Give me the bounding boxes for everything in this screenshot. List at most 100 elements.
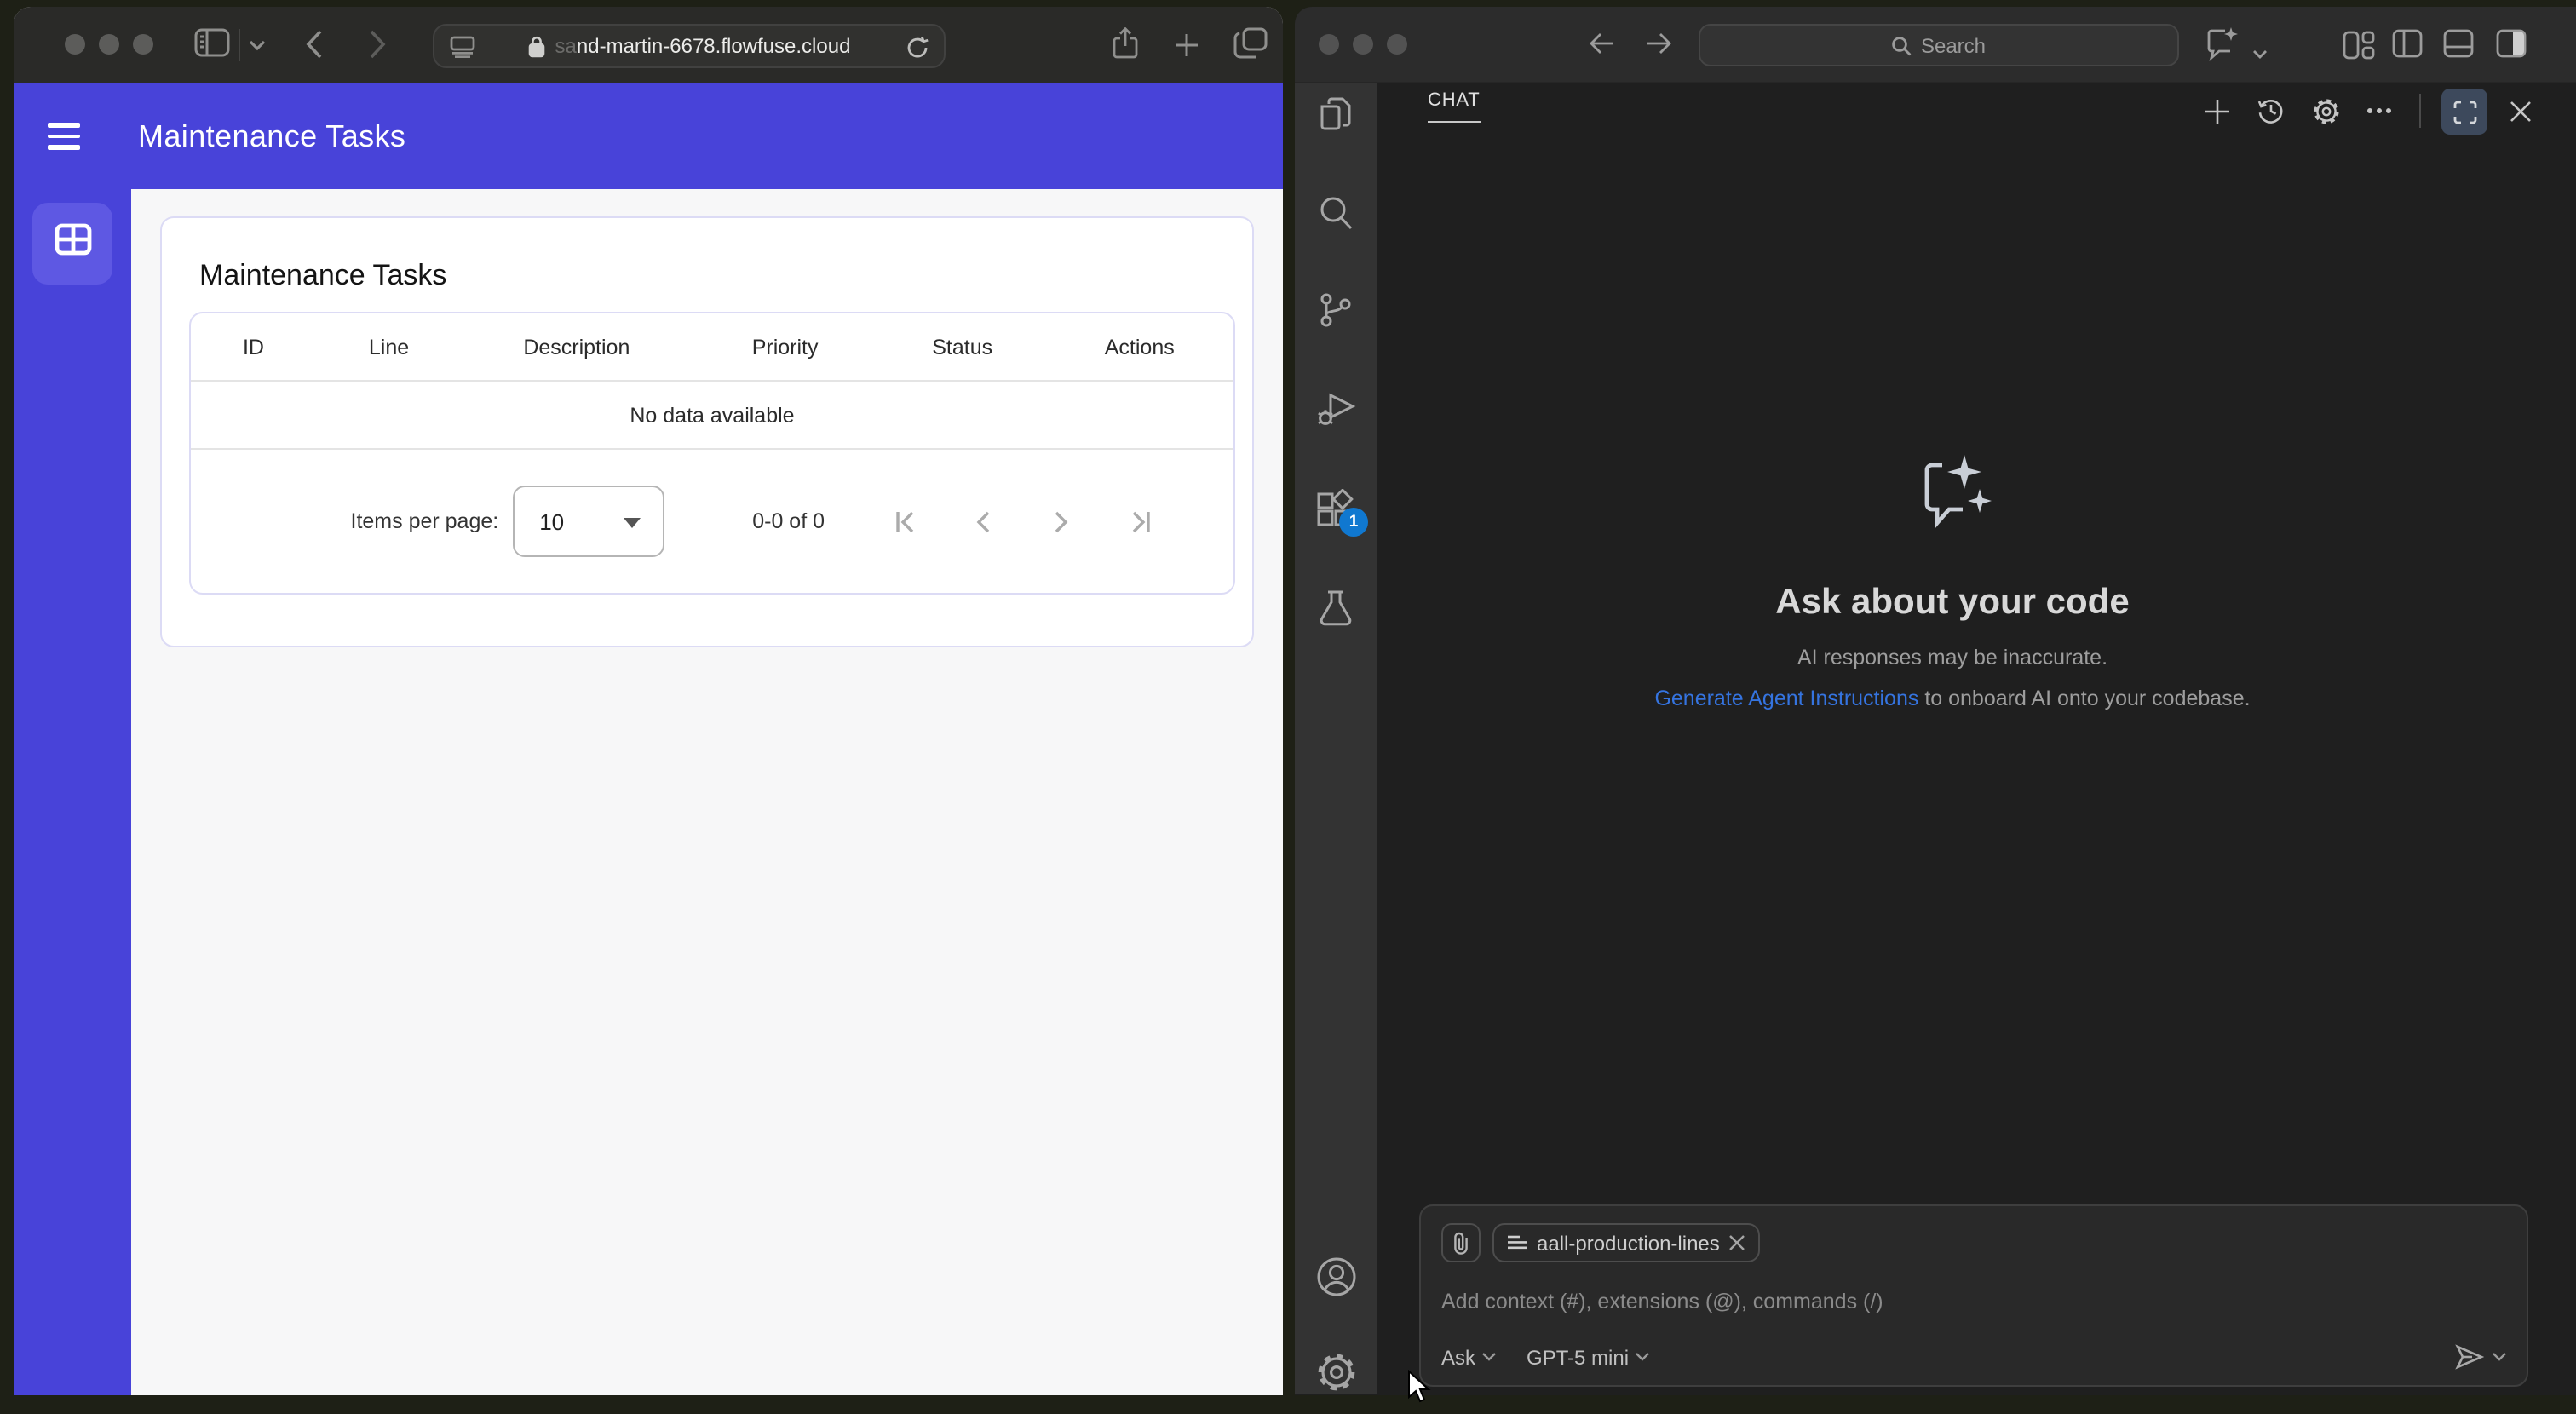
vscode-body: 1 CHAT Ask about your code AI responses …	[1295, 83, 2576, 1394]
next-page-button[interactable]	[1022, 501, 1101, 542]
empty-state-title: Ask about your code	[1775, 583, 2130, 622]
mouse-cursor	[1407, 1369, 1431, 1414]
share-icon[interactable]	[1113, 27, 1138, 60]
list-icon	[1508, 1235, 1527, 1250]
desktop: sa nd-martin-6678.flowfuse.cloud Mainten…	[0, 0, 2576, 1403]
chevron-down-icon[interactable]	[249, 39, 266, 51]
new-tab-icon[interactable]	[1174, 32, 1199, 58]
items-per-page-select[interactable]: 10	[512, 486, 664, 557]
chevron-down-icon	[1636, 1353, 1649, 1361]
tab-overview-icon[interactable]	[1233, 27, 1268, 60]
back-icon[interactable]	[1588, 31, 1615, 65]
chat-input-box[interactable]: aall-production-lines Add context (#), e…	[1419, 1204, 2528, 1387]
select-caret-icon	[623, 518, 641, 528]
reload-icon[interactable]	[906, 36, 929, 60]
url-host: nd-martin-6678.flowfuse.cloud	[576, 34, 851, 58]
chevron-down-icon	[1482, 1353, 1496, 1361]
first-page-button[interactable]	[865, 501, 944, 542]
send-button[interactable]	[2455, 1344, 2506, 1370]
tasks-table: ID Line Description Priority Status Acti…	[189, 312, 1235, 595]
activity-bar: 1	[1295, 83, 1377, 1394]
generate-agent-instructions-link[interactable]: Generate Agent Instructions	[1654, 687, 1918, 710]
chat-panel: CHAT Ask about your code AI responses ma…	[1377, 83, 2576, 1394]
maintenance-tasks-card: Maintenance Tasks ID Line Description Pr…	[160, 216, 1254, 647]
remove-context-icon[interactable]	[1729, 1235, 1745, 1250]
forward-icon[interactable]	[1646, 31, 1673, 65]
previous-page-button[interactable]	[944, 501, 1022, 542]
items-per-page-value: 10	[539, 509, 565, 534]
explorer-icon[interactable]	[1315, 94, 1356, 143]
model-picker[interactable]: GPT-5 mini	[1527, 1345, 1649, 1369]
toolbar-divider	[239, 29, 240, 61]
forward-button[interactable]	[368, 29, 387, 60]
pagination-bar: Items per page: 10 0-0 of 0	[191, 450, 1233, 593]
column-header-status[interactable]: Status	[879, 335, 1046, 359]
table-header-row: ID Line Description Priority Status Acti…	[191, 313, 1233, 382]
pagination-buttons	[865, 501, 1179, 542]
app-sidebar	[14, 189, 131, 1395]
chat-input-placeholder[interactable]: Add context (#), extensions (@), command…	[1441, 1290, 2506, 1313]
page-content: Maintenance Tasks ID Line Description Pr…	[131, 189, 1283, 1395]
chat-input-controls: Ask GPT-5 mini	[1441, 1344, 2506, 1370]
menu-icon[interactable]	[48, 123, 80, 150]
url-faded-prefix: sa	[555, 34, 577, 58]
context-row: aall-production-lines	[1441, 1223, 2506, 1262]
card-title: Maintenance Tasks	[199, 259, 447, 291]
send-options-chevron-icon[interactable]	[2493, 1353, 2506, 1361]
safari-window: sa nd-martin-6678.flowfuse.cloud Mainten…	[14, 7, 1283, 1395]
command-center-search[interactable]: Search	[1699, 24, 2179, 66]
search-placeholder: Search	[1920, 33, 1987, 57]
page-body: Maintenance Tasks ID Line Description Pr…	[14, 189, 1283, 1395]
url-text: sa nd-martin-6678.flowfuse.cloud	[434, 26, 944, 66]
empty-table-message: No data available	[191, 382, 1233, 450]
column-header-actions[interactable]: Actions	[1046, 335, 1233, 359]
safari-toolbar: sa nd-martin-6678.flowfuse.cloud	[14, 7, 1283, 83]
lock-icon	[528, 35, 545, 57]
sidebar-toggle-icon[interactable]	[194, 27, 230, 60]
chat-empty-state: Ask about your code AI responses may be …	[1377, 83, 2528, 710]
window-close-button[interactable]	[1319, 34, 1339, 55]
chat-sparkle-icon	[1377, 451, 2528, 545]
search-icon	[1893, 36, 1912, 55]
mode-label: Ask	[1441, 1345, 1476, 1369]
empty-state-hint: Generate Agent Instructions to onboard A…	[1377, 687, 2528, 710]
window-zoom-button[interactable]	[133, 34, 153, 55]
context-chip[interactable]: aall-production-lines	[1492, 1223, 1761, 1262]
vscode-titlebar: Search	[1295, 7, 2576, 83]
column-header-description[interactable]: Description	[462, 335, 691, 359]
mode-picker[interactable]: Ask	[1441, 1345, 1496, 1369]
app-header: Maintenance Tasks	[14, 83, 1283, 189]
app-header-title: Maintenance Tasks	[138, 118, 406, 152]
pagination-range-label: 0-0 of 0	[752, 509, 825, 533]
run-debug-icon[interactable]	[1315, 388, 1358, 438]
last-page-button[interactable]	[1101, 501, 1179, 542]
window-close-button[interactable]	[65, 34, 85, 55]
vscode-window: Search 1 CHAT Ask about your code AI res…	[1295, 7, 2576, 1395]
customize-layout-icon[interactable]	[2343, 29, 2375, 70]
toggle-panel-icon[interactable]	[2443, 29, 2474, 66]
items-per-page-label: Items per page:	[350, 509, 499, 533]
back-button[interactable]	[305, 29, 324, 60]
toggle-secondary-sidebar-icon[interactable]	[2496, 29, 2527, 66]
source-control-icon[interactable]	[1315, 290, 1356, 339]
send-icon	[2455, 1344, 2484, 1370]
window-minimize-button[interactable]	[99, 34, 119, 55]
copilot-chevron-icon[interactable]	[2252, 37, 2268, 68]
copilot-icon[interactable]	[2205, 26, 2245, 72]
settings-gear-icon[interactable]	[1315, 1351, 1358, 1395]
testing-icon[interactable]	[1315, 588, 1356, 637]
column-header-id[interactable]: ID	[191, 335, 316, 359]
column-header-line[interactable]: Line	[316, 335, 462, 359]
sidebar-item-tables[interactable]	[32, 203, 112, 285]
attach-context-button[interactable]	[1441, 1223, 1481, 1262]
column-header-priority[interactable]: Priority	[691, 335, 878, 359]
empty-state-subtitle: AI responses may be inaccurate.	[1797, 646, 2108, 670]
window-minimize-button[interactable]	[1353, 34, 1373, 55]
toggle-primary-sidebar-icon[interactable]	[2392, 29, 2423, 66]
window-zoom-button[interactable]	[1387, 34, 1407, 55]
search-icon[interactable]	[1315, 193, 1356, 242]
address-bar[interactable]: sa nd-martin-6678.flowfuse.cloud	[433, 24, 946, 68]
extensions-badge: 1	[1339, 508, 1368, 537]
model-label: GPT-5 mini	[1527, 1345, 1630, 1369]
account-icon[interactable]	[1315, 1256, 1358, 1307]
